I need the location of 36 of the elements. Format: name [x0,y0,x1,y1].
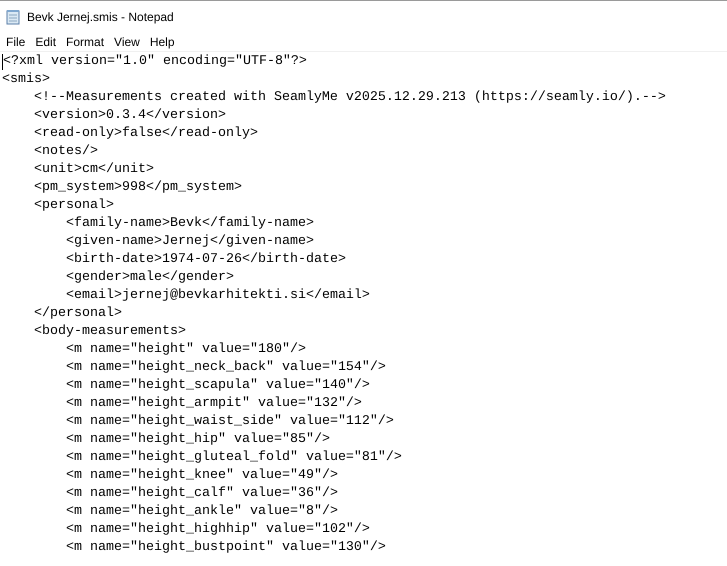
code-line: <unit>cm</unit> [33,161,154,179]
code-line: <m name="height_ankle" value="8"/> [65,503,338,521]
code-line: </personal> [33,305,122,323]
menu-item[interactable]: Format [61,35,110,49]
menu-item[interactable]: Help [144,35,180,49]
menu-item[interactable]: File [1,35,30,49]
code-line: <m name="height_highhip" value="102"/> [65,521,370,539]
code-line: <notes/> [33,143,98,161]
menu-item[interactable]: View [109,35,145,49]
code-line: <family-name>Bevk</family-name> [65,215,314,233]
code-line: <m name="height_neck_back" value="154"/> [65,359,386,377]
window-title: Bevk Jernej.smis - Notepad [27,10,174,24]
code-line: <body-measurements> [33,323,186,341]
code-line: <personal> [33,197,114,215]
code-line: <read-only>false</read-only> [33,125,258,143]
code-line: <m name="height_knee" value="49"/> [65,467,338,485]
notepad-icon [6,9,20,25]
code-line: <smis> [2,71,50,89]
code-line: <pm_system>998</pm_system> [33,179,242,197]
text-cursor [2,54,3,70]
menu-item[interactable]: Edit [30,35,62,49]
code-line: <?xml version="1.0" encoding="UTF-8"?> [3,53,307,71]
code-line: <m name="height_waist_side" value="112"/> [65,413,394,431]
code-line: <m name="height" value="180"/> [65,341,306,359]
code-line: <given-name>Jernej</given-name> [65,233,314,251]
code-line: <m name="height_bustpoint" value="130"/> [65,539,386,557]
code-line: <gender>male</gender> [65,269,234,287]
code-line: <m name="height_gluteal_fold" value="81"/> [65,449,402,467]
code-line: <m name="height_hip" value="85"/> [65,431,330,449]
code-line: <version>0.3.4</version> [33,107,226,125]
code-line: <m name="height_calf" value="36"/> [65,485,338,503]
code-line: <m name="height_armpit" value="132"/> [65,395,362,413]
code-line: <birth-date>1974-07-26</birth-date> [65,251,346,269]
code-line: <!--Measurements created with SeamlyMe v2025.12.29.213 (https://seamly.io/).--> [33,89,666,107]
code-line: <m name="height_scapula" value="140"/> [65,377,370,395]
code-line: <email>jernej@bevkarhitekti.si</email> [65,287,370,305]
